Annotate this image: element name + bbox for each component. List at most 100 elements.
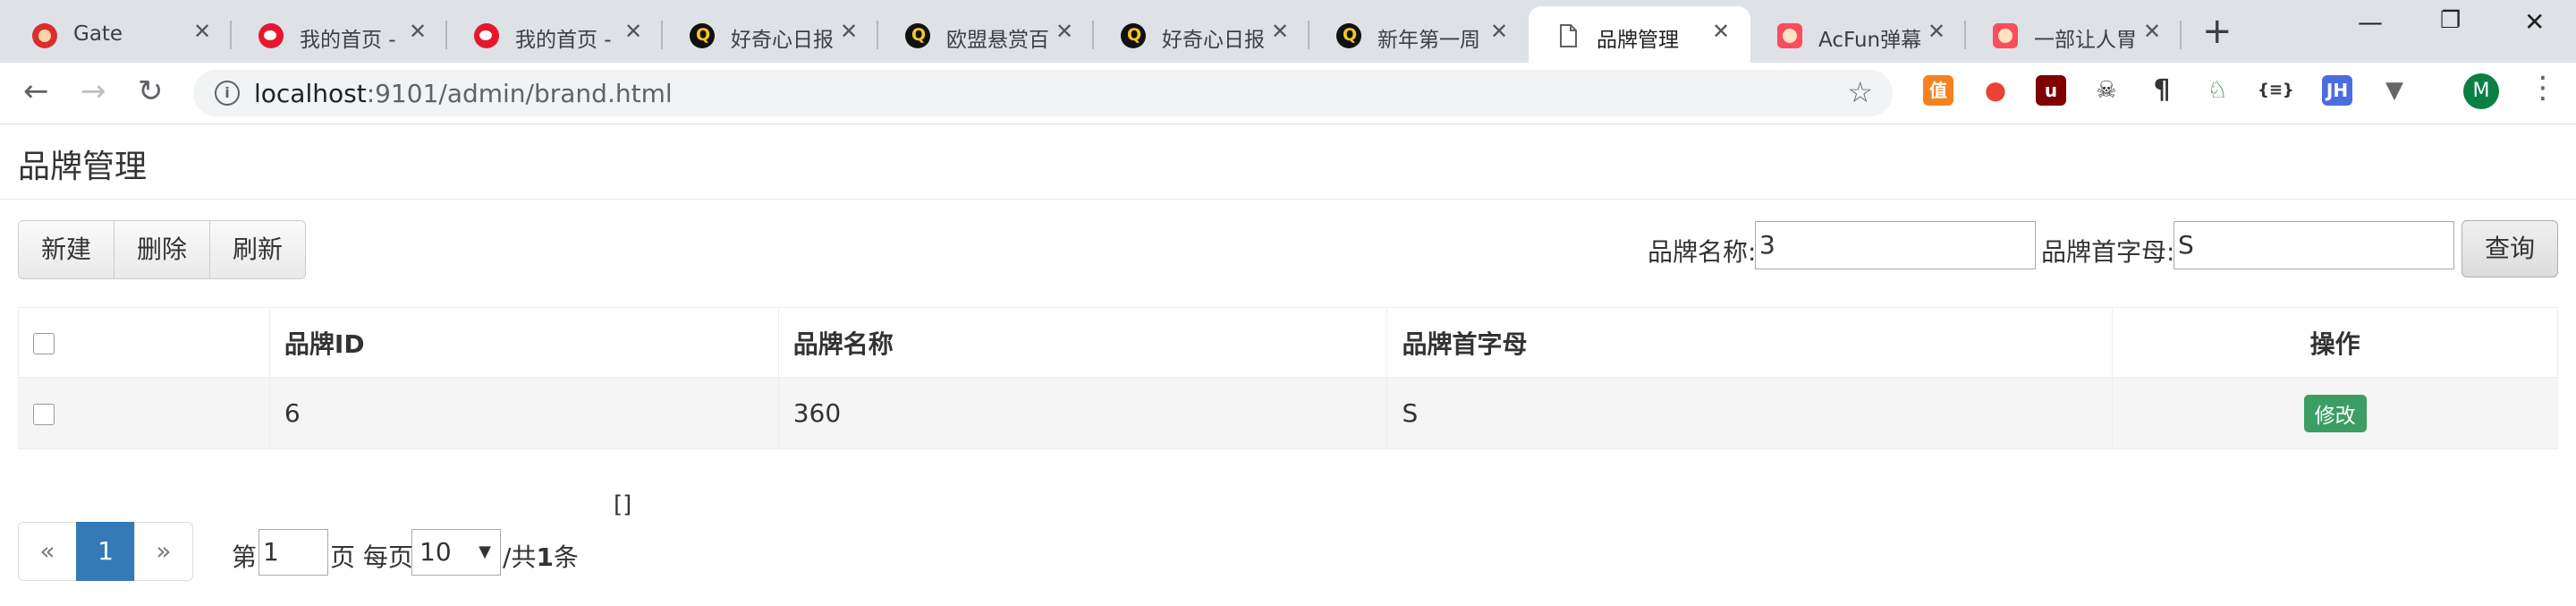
close-icon[interactable]: ✕ xyxy=(840,19,858,44)
tab-qdaily-2[interactable]: 欧盟悬赏百 ✕ xyxy=(878,6,1094,63)
bookmark-star-icon[interactable]: ☆ xyxy=(1847,75,1873,109)
tab-title: AcFun弹幕 xyxy=(1818,29,1922,52)
page-number-input[interactable]: 1 xyxy=(258,529,328,576)
jh-icon[interactable]: JH xyxy=(2322,75,2352,106)
close-icon[interactable]: ✕ xyxy=(1055,19,1073,44)
tab-qdaily-1[interactable]: 好奇心日报 ✕ xyxy=(663,6,878,63)
close-icon[interactable]: ✕ xyxy=(409,19,427,44)
select-all-checkbox[interactable] xyxy=(33,333,55,354)
column-header-action: 操作 xyxy=(2112,307,2558,378)
refresh-button[interactable]: 刷新 xyxy=(210,221,306,278)
tab-gate[interactable]: Gate ✕ xyxy=(5,6,232,63)
forward-icon[interactable]: → xyxy=(80,73,106,109)
tab-title: 品牌管理 xyxy=(1597,29,1679,52)
weibo-icon xyxy=(258,23,284,48)
tab-qdaily-4[interactable]: 新年第一周 ✕ xyxy=(1309,6,1529,63)
table-row: 6 360 S 修改 xyxy=(18,377,2558,449)
extension-icon[interactable]: 值 xyxy=(1923,75,1953,106)
weibo-icon xyxy=(474,23,499,48)
column-header-name: 品牌名称 xyxy=(777,307,1388,378)
close-icon[interactable]: ✕ xyxy=(1928,19,1945,44)
restore-icon[interactable]: ❐ xyxy=(2440,7,2461,34)
qdaily-icon xyxy=(1336,23,1361,48)
pagination: « 1 » xyxy=(18,522,193,581)
qdaily-icon xyxy=(1121,23,1146,48)
address-bar[interactable]: i localhost:9101/admin/brand.html ☆ xyxy=(193,70,1893,116)
tab-title: 欧盟悬赏百 xyxy=(946,29,1049,52)
minimize-icon[interactable]: — xyxy=(2358,7,2383,37)
tab-title: 新年第一周 xyxy=(1377,29,1480,52)
spy-icon[interactable]: ☠ xyxy=(2091,75,2122,106)
tab-title: 我的首页 - xyxy=(300,29,396,52)
brand-name-label: 品牌名称: xyxy=(1648,237,1757,267)
row-select-cell xyxy=(18,377,270,449)
new-button[interactable]: 新建 xyxy=(19,221,115,278)
table-header-row: 品牌ID 品牌名称 品牌首字母 操作 xyxy=(18,307,2558,378)
delete-button[interactable]: 删除 xyxy=(114,221,211,278)
tab-weibo-2[interactable]: 我的首页 - ✕ xyxy=(447,6,663,63)
v-icon[interactable]: ▼ xyxy=(2379,75,2410,106)
close-icon[interactable]: ✕ xyxy=(1490,19,1508,44)
qdaily-icon xyxy=(690,23,715,48)
close-icon[interactable]: ✕ xyxy=(1271,19,1289,44)
qdaily-icon xyxy=(905,23,930,48)
tab-title: 好奇心日报 xyxy=(731,29,834,52)
cell-brand-id: 6 xyxy=(268,377,779,449)
new-tab-icon[interactable]: + xyxy=(2202,11,2233,52)
window-close-icon[interactable]: ✕ xyxy=(2524,7,2545,37)
close-icon[interactable]: ✕ xyxy=(193,19,211,44)
tab-acfun-2[interactable]: 一部让人胃 ✕ xyxy=(1966,6,2182,63)
page-size-label: 页 每页 xyxy=(330,542,413,572)
query-button[interactable]: 查询 xyxy=(2462,220,2558,277)
tab-title: Gate xyxy=(73,22,123,46)
document-icon xyxy=(1555,23,1580,48)
close-icon[interactable]: ✕ xyxy=(1712,19,1730,44)
column-header-letter: 品牌首字母 xyxy=(1386,307,2114,378)
tab-qdaily-3[interactable]: 好奇心日报 ✕ xyxy=(1094,6,1309,63)
chevron-down-icon: ▼ xyxy=(479,542,491,561)
brand-table: 品牌ID 品牌名称 品牌首字母 操作 6 360 S 修改 xyxy=(18,307,2558,449)
page-prefix-label: 第 xyxy=(232,542,258,572)
cell-brand-name: 360 xyxy=(777,377,1388,449)
page-size-value: 10 xyxy=(419,537,452,567)
url-text[interactable]: localhost:9101/admin/brand.html xyxy=(254,79,673,108)
browser-toolbar: ← → ↻ i localhost:9101/admin/brand.html … xyxy=(0,63,2576,124)
tab-title: 好奇心日报 xyxy=(1162,29,1265,52)
next-page-button[interactable]: » xyxy=(134,522,193,581)
tab-weibo-1[interactable]: 我的首页 - ✕ xyxy=(232,6,447,63)
menu-icon[interactable]: ⋮ xyxy=(2528,70,2558,106)
ublock-icon[interactable]: u xyxy=(2036,75,2066,106)
select-all-cell xyxy=(18,307,270,378)
tab-acfun-1[interactable]: AcFun弹幕 ✕ xyxy=(1750,6,1966,63)
json-icon[interactable]: {≡} xyxy=(2258,75,2294,106)
close-icon[interactable]: ✕ xyxy=(624,19,642,44)
tab-title: 我的首页 - xyxy=(515,29,612,52)
page-button-current[interactable]: 1 xyxy=(76,522,135,581)
debug-output: [] xyxy=(614,491,632,518)
close-icon[interactable]: ✕ xyxy=(2143,19,2161,44)
profile-avatar[interactable]: M xyxy=(2463,73,2499,109)
brand-letter-input[interactable]: S xyxy=(2174,221,2454,269)
prev-page-button[interactable]: « xyxy=(18,522,77,581)
total-count-text: /共1条 xyxy=(503,542,579,572)
tab-brand-management[interactable]: 品牌管理 ✕ xyxy=(1529,6,1750,63)
pilcrow-icon[interactable]: ¶ xyxy=(2147,75,2177,106)
map-pin-icon[interactable]: ● xyxy=(1980,75,2011,106)
cell-brand-letter: S xyxy=(1386,377,2114,449)
action-button-group: 新建 删除 刷新 xyxy=(18,220,307,279)
gate-icon xyxy=(32,23,57,48)
brand-name-input[interactable]: 3 xyxy=(1755,221,2036,269)
edit-button[interactable]: 修改 xyxy=(2303,394,2367,432)
acfun-icon xyxy=(1777,23,1802,48)
leaf-icon[interactable]: ♘ xyxy=(2202,75,2233,106)
cell-action: 修改 xyxy=(2112,377,2558,449)
acfun-icon xyxy=(1993,23,2018,48)
back-icon[interactable]: ← xyxy=(23,73,49,109)
tab-title: 一部让人胃 xyxy=(2034,29,2137,52)
info-icon[interactable]: i xyxy=(215,81,240,106)
divider xyxy=(0,199,2576,200)
page-size-select[interactable]: 10 ▼ xyxy=(411,529,501,576)
column-header-id: 品牌ID xyxy=(268,307,779,378)
reload-icon[interactable]: ↻ xyxy=(138,73,164,109)
row-checkbox[interactable] xyxy=(33,404,55,425)
